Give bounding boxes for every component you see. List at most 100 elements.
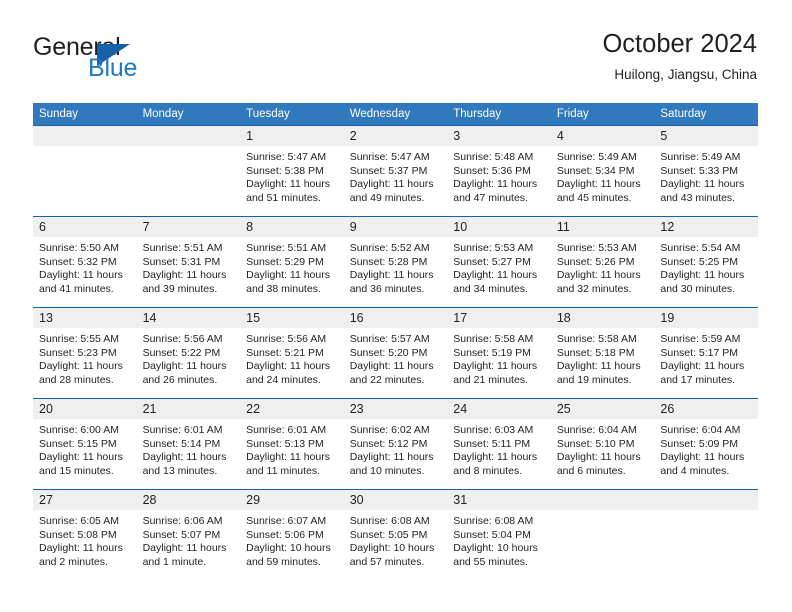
- weekday-header-tuesday: Tuesday: [240, 103, 344, 126]
- day-details: Sunrise: 6:01 AM Sunset: 5:14 PM Daylight:…: [137, 419, 241, 489]
- day-number: 19: [654, 308, 758, 328]
- sunset-text: Sunset: 5:29 PM: [246, 255, 324, 268]
- daylight-text: Daylight: 11 hours and 28 minutes.: [39, 360, 123, 386]
- weekday-header-sunday: Sunday: [33, 103, 137, 126]
- daylight-text: Daylight: 10 hours and 57 minutes.: [349, 542, 435, 568]
- day-details: [654, 510, 758, 580]
- sunset-text: Sunset: 5:04 PM: [453, 528, 531, 541]
- sunrise-text: Sunrise: 5:49 AM: [556, 151, 637, 163]
- daylight-text: Daylight: 11 hours and 15 minutes.: [39, 451, 123, 477]
- day-number: [33, 126, 137, 146]
- sunrise-text: Sunrise: 5:56 AM: [142, 333, 223, 345]
- daylight-text: Daylight: 11 hours and 41 minutes.: [39, 269, 123, 295]
- day-details: Sunrise: 6:08 AM Sunset: 5:05 PM Daylight:…: [344, 510, 448, 580]
- logo-text-blue: Blue: [88, 54, 138, 82]
- sunrise-text: Sunrise: 6:04 AM: [660, 424, 741, 436]
- day-details: Sunrise: 6:06 AM Sunset: 5:07 PM Daylight:…: [137, 510, 241, 580]
- calendar-week-row: 1 Sunrise: 5:47 AM Sunset: 5:38 PM Daylight…: [33, 125, 758, 217]
- calendar-day-cell[interactable]: 12 Sunrise: 5:54 AM Sunset: 5:25 PM Dayligh…: [654, 216, 758, 308]
- sunset-text: Sunset: 5:17 PM: [660, 346, 739, 359]
- daylight-text: Daylight: 11 hours and 8 minutes.: [453, 451, 538, 477]
- day-details: [33, 146, 137, 216]
- sunrise-text: Sunrise: 5:59 AM: [660, 333, 741, 345]
- daylight-text: Daylight: 11 hours and 24 minutes.: [246, 360, 330, 386]
- calendar-week-row: 6 Sunrise: 5:50 AM Sunset: 5:32 PM Daylight…: [33, 216, 758, 308]
- calendar-day-cell[interactable]: 24 Sunrise: 6:03 AM Sunset: 5:11 PM Dayligh…: [447, 398, 551, 490]
- calendar-day-cell[interactable]: 1 Sunrise: 5:47 AM Sunset: 5:38 PM Daylight…: [240, 125, 344, 217]
- calendar-day-cell[interactable]: 2 Sunrise: 5:47 AM Sunset: 5:37 PM Daylight…: [343, 125, 448, 217]
- calendar-day-cell[interactable]: 13 Sunrise: 5:55 AM Sunset: 5:23 PM Dayligh…: [33, 307, 137, 399]
- calendar-day-cell[interactable]: 20 Sunrise: 6:00 AM Sunset: 5:15 PM Dayligh…: [33, 398, 137, 490]
- sunrise-text: Sunrise: 5:56 AM: [246, 333, 327, 345]
- calendar-day-cell[interactable]: 18 Sunrise: 5:58 AM Sunset: 5:18 PM Dayligh…: [550, 307, 655, 399]
- calendar-body: 1 Sunrise: 5:47 AM Sunset: 5:38 PM Daylight…: [33, 125, 758, 580]
- calendar-day-cell[interactable]: 22 Sunrise: 6:01 AM Sunset: 5:13 PM Dayligh…: [240, 398, 344, 490]
- calendar-day-cell[interactable]: 30 Sunrise: 6:08 AM Sunset: 5:05 PM Dayligh…: [343, 489, 448, 580]
- calendar-day-cell[interactable]: 5 Sunrise: 5:49 AM Sunset: 5:33 PM Daylight…: [654, 125, 758, 217]
- day-number: 6: [33, 217, 137, 237]
- day-details: Sunrise: 5:53 AM Sunset: 5:27 PM Daylight:…: [447, 237, 551, 307]
- calendar-day-cell[interactable]: 3 Sunrise: 5:48 AM Sunset: 5:36 PM Daylight…: [447, 125, 551, 217]
- daylight-text: Daylight: 11 hours and 11 minutes.: [246, 451, 330, 477]
- sunset-text: Sunset: 5:05 PM: [349, 528, 428, 541]
- day-details: Sunrise: 5:47 AM Sunset: 5:38 PM Daylight:…: [240, 146, 344, 216]
- calendar-day-cell[interactable]: 31 Sunrise: 6:08 AM Sunset: 5:04 PM Dayligh…: [447, 489, 551, 580]
- sunrise-text: Sunrise: 5:47 AM: [246, 151, 327, 163]
- daylight-text: Daylight: 11 hours and 30 minutes.: [660, 269, 745, 295]
- sunset-text: Sunset: 5:12 PM: [349, 437, 428, 450]
- calendar-day-cell[interactable]: 14 Sunrise: 5:56 AM Sunset: 5:22 PM Dayligh…: [136, 307, 241, 399]
- day-details: Sunrise: 5:47 AM Sunset: 5:37 PM Daylight:…: [344, 146, 448, 216]
- calendar-day-cell[interactable]: 11 Sunrise: 5:53 AM Sunset: 5:26 PM Dayligh…: [550, 216, 655, 308]
- calendar-day-cell[interactable]: 19 Sunrise: 5:59 AM Sunset: 5:17 PM Dayligh…: [654, 307, 758, 399]
- daylight-text: Daylight: 11 hours and 21 minutes.: [453, 360, 538, 386]
- daylight-text: Daylight: 11 hours and 13 minutes.: [142, 451, 227, 477]
- daylight-text: Daylight: 11 hours and 19 minutes.: [556, 360, 641, 386]
- daylight-text: Daylight: 10 hours and 55 minutes.: [453, 542, 538, 568]
- day-details: Sunrise: 5:59 AM Sunset: 5:17 PM Daylight:…: [654, 328, 758, 398]
- sunset-text: Sunset: 5:20 PM: [349, 346, 428, 359]
- calendar-day-cell[interactable]: 17 Sunrise: 5:58 AM Sunset: 5:19 PM Dayligh…: [447, 307, 551, 399]
- sunrise-text: Sunrise: 6:08 AM: [453, 515, 534, 527]
- day-details: Sunrise: 6:04 AM Sunset: 5:09 PM Daylight:…: [654, 419, 758, 489]
- sunrise-text: Sunrise: 5:48 AM: [453, 151, 534, 163]
- day-number: 30: [343, 490, 448, 510]
- sunset-text: Sunset: 5:13 PM: [246, 437, 324, 450]
- calendar-day-cell[interactable]: 26 Sunrise: 6:04 AM Sunset: 5:09 PM Dayligh…: [654, 398, 758, 490]
- sunset-text: Sunset: 5:21 PM: [246, 346, 324, 359]
- daylight-text: Daylight: 11 hours and 17 minutes.: [660, 360, 745, 386]
- daylight-text: Daylight: 11 hours and 36 minutes.: [349, 269, 434, 295]
- calendar-day-cell[interactable]: 10 Sunrise: 5:53 AM Sunset: 5:27 PM Dayligh…: [447, 216, 551, 308]
- day-number: 1: [240, 126, 344, 146]
- calendar-day-cell[interactable]: 23 Sunrise: 6:02 AM Sunset: 5:12 PM Dayligh…: [343, 398, 448, 490]
- calendar-day-cell[interactable]: 25 Sunrise: 6:04 AM Sunset: 5:10 PM Dayligh…: [550, 398, 655, 490]
- weekday-header-friday: Friday: [550, 103, 655, 126]
- calendar-day-cell[interactable]: 6 Sunrise: 5:50 AM Sunset: 5:32 PM Daylight…: [33, 216, 137, 308]
- calendar-week-row: 13 Sunrise: 5:55 AM Sunset: 5:23 PM Dayligh…: [33, 307, 758, 399]
- generalblue-logo[interactable]: General Blue: [33, 33, 243, 83]
- day-details: Sunrise: 6:03 AM Sunset: 5:11 PM Daylight:…: [447, 419, 551, 489]
- day-details: Sunrise: 5:51 AM Sunset: 5:29 PM Daylight:…: [240, 237, 344, 307]
- day-number: 17: [447, 308, 551, 328]
- day-details: [137, 146, 241, 216]
- day-details: Sunrise: 6:05 AM Sunset: 5:08 PM Daylight:…: [33, 510, 137, 580]
- calendar-day-cell[interactable]: 27 Sunrise: 6:05 AM Sunset: 5:08 PM Dayligh…: [33, 489, 137, 580]
- calendar-day-cell[interactable]: 16 Sunrise: 5:57 AM Sunset: 5:20 PM Dayligh…: [343, 307, 448, 399]
- sunset-text: Sunset: 5:09 PM: [660, 437, 739, 450]
- day-number: 12: [654, 217, 758, 237]
- calendar-day-cell[interactable]: 9 Sunrise: 5:52 AM Sunset: 5:28 PM Daylight…: [343, 216, 448, 308]
- weekday-header-row: Sunday Monday Tuesday Wednesday Thursday…: [33, 103, 758, 126]
- calendar-empty-cell: [33, 125, 137, 217]
- calendar-day-cell[interactable]: 15 Sunrise: 5:56 AM Sunset: 5:21 PM Dayligh…: [240, 307, 344, 399]
- calendar-day-cell[interactable]: 21 Sunrise: 6:01 AM Sunset: 5:14 PM Dayligh…: [136, 398, 241, 490]
- calendar-day-cell[interactable]: 29 Sunrise: 6:07 AM Sunset: 5:06 PM Dayligh…: [240, 489, 344, 580]
- sunset-text: Sunset: 5:11 PM: [453, 437, 531, 450]
- day-details: Sunrise: 5:52 AM Sunset: 5:28 PM Daylight:…: [344, 237, 448, 307]
- calendar-day-cell[interactable]: 8 Sunrise: 5:51 AM Sunset: 5:29 PM Daylight…: [240, 216, 344, 308]
- sunrise-text: Sunrise: 5:47 AM: [349, 151, 430, 163]
- sunrise-text: Sunrise: 6:06 AM: [142, 515, 223, 527]
- calendar-day-cell[interactable]: 4 Sunrise: 5:49 AM Sunset: 5:34 PM Daylight…: [550, 125, 655, 217]
- calendar-empty-cell: [136, 125, 241, 217]
- calendar-day-cell[interactable]: 28 Sunrise: 6:06 AM Sunset: 5:07 PM Dayligh…: [136, 489, 241, 580]
- calendar-day-cell[interactable]: 7 Sunrise: 5:51 AM Sunset: 5:31 PM Daylight…: [136, 216, 241, 308]
- sunrise-text: Sunrise: 5:57 AM: [349, 333, 430, 345]
